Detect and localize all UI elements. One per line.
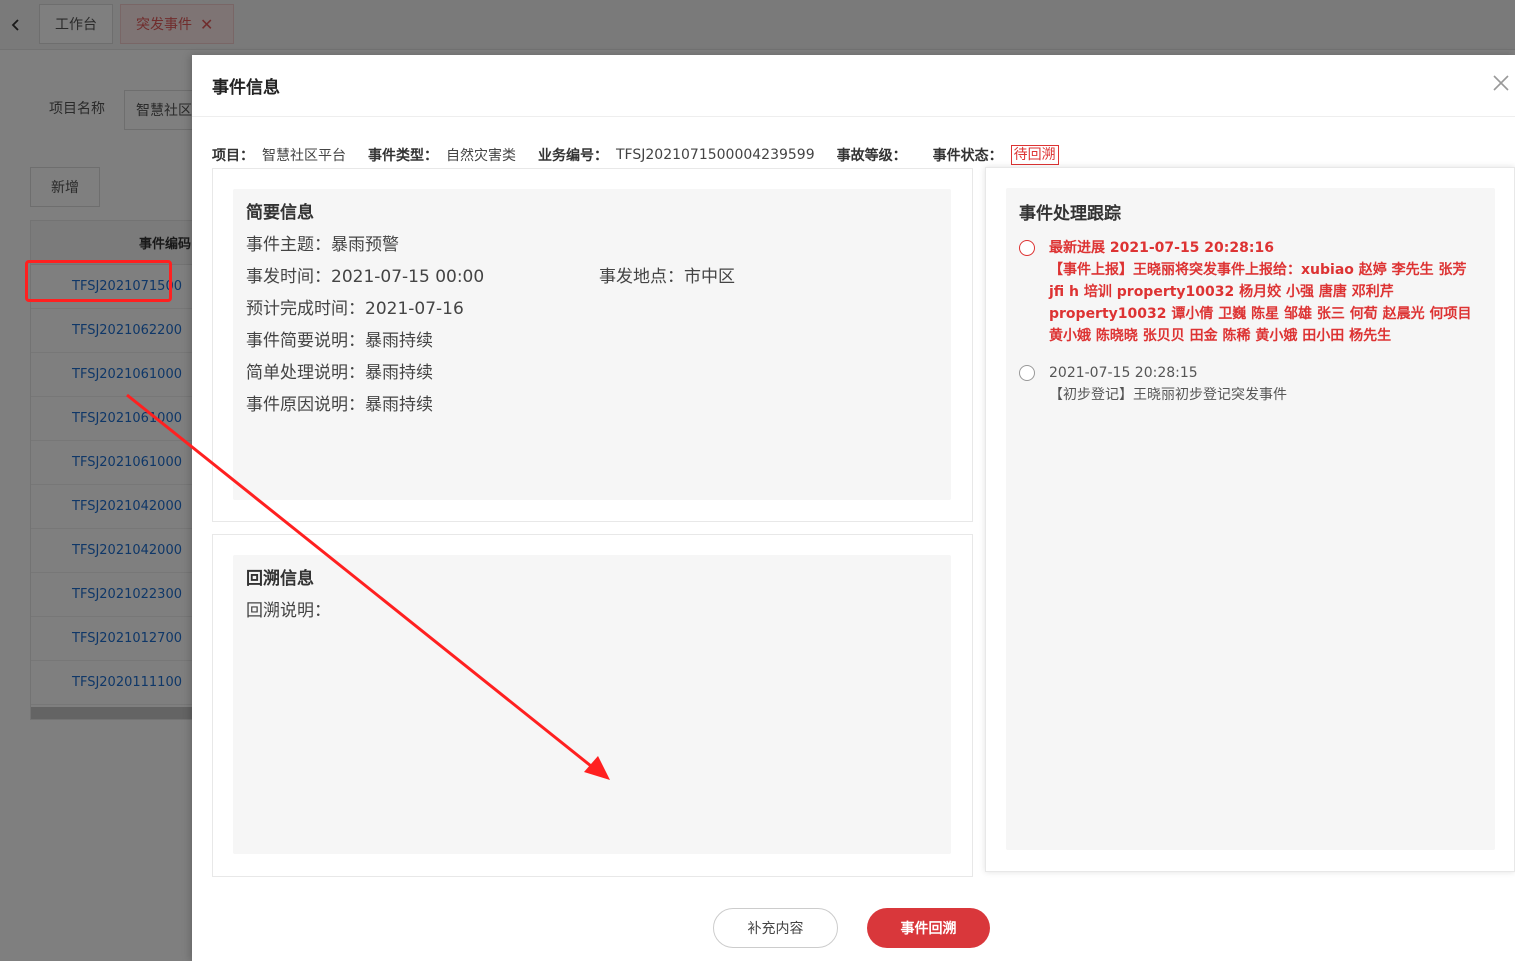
event-info-drawer: 事件信息 项目： 智慧社区平台 事件类型： 自然灾害类 业务编号： TFSJ20… [192,55,1515,961]
handle-value: 暴雨持续 [365,363,433,383]
status-badge: 待回溯 [1010,145,1059,165]
brief-description: 事件简要说明：暴雨持续 [246,325,938,357]
place-label: 事发地点： [599,267,684,287]
summary-content: 简要信息 事件主题：暴雨预警 事发时间：2021-07-15 00:00 事发地… [233,189,951,500]
project-value: 智慧社区平台 [262,148,346,164]
drawer-header: 事件信息 [192,55,1515,117]
tracking-content: 事件处理跟踪 最新进展 2021-07-15 20:28:16 【事件上报】王晓… [1006,188,1495,850]
cause-value: 暴雨持续 [365,395,433,415]
drawer-title: 事件信息 [212,78,280,98]
handle-label: 简单处理说明： [246,363,365,383]
timeline-time: 2021-07-15 20:28:15 [1049,365,1198,381]
subject-value: 暴雨预警 [331,235,399,255]
event-info-bar: 项目： 智慧社区平台 事件类型： 自然灾害类 业务编号： TFSJ2021071… [212,144,1059,166]
event-status-label: 事件状态： [932,148,1003,164]
summary-title: 简要信息 [246,203,314,223]
retrospect-title: 回溯信息 [246,569,314,589]
timeline-text: 【事件上报】王晓丽将突发事件上报给：xubiao 赵婷 李先生 张芳 jfi h… [1049,262,1472,344]
handling-description: 简单处理说明：暴雨持续 [246,357,938,389]
timeline-item-latest: 最新进展 2021-07-15 20:28:16 【事件上报】王晓丽将突发事件上… [1019,237,1482,347]
accident-level-label: 事故等级： [836,148,907,164]
estimated-completion: 预计完成时间：2021-07-16 [246,293,938,325]
event-subject: 事件主题：暴雨预警 [246,229,938,261]
eta-value: 2021-07-16 [365,299,464,319]
event-type-value: 自然灾害类 [446,148,516,164]
tracking-title: 事件处理跟踪 [1019,204,1121,224]
cause-label: 事件原因说明： [246,395,365,415]
project-label: 项目： [212,148,254,164]
timeline-text: 【初步登记】王晓丽初步登记突发事件 [1049,387,1287,403]
place-value: 市中区 [684,267,735,287]
retrospect-button[interactable]: 事件回溯 [867,908,990,948]
subject-label: 事件主题： [246,235,331,255]
tracking-card: 事件处理跟踪 最新进展 2021-07-15 20:28:16 【事件上报】王晓… [985,167,1515,872]
time-value: 2021-07-15 00:00 [331,267,485,287]
close-icon[interactable] [1489,72,1513,96]
supplement-button[interactable]: 补充内容 [713,908,838,948]
brief-value: 暴雨持续 [365,331,433,351]
retrospect-desc-label: 回溯说明： [246,601,331,621]
annotation-highlight-box [25,260,172,302]
eta-label: 预计完成时间： [246,299,365,319]
retrospect-content: 回溯信息 回溯说明： [233,555,951,854]
cause-description: 事件原因说明：暴雨持续 [246,389,938,421]
timeline-dot-icon [1019,240,1035,256]
business-code-value: TFSJ2021071500004239599 [616,147,815,163]
place-field: 事发地点：市中区 [599,261,735,293]
retrospect-card: 回溯信息 回溯说明： [212,534,973,877]
brief-label: 事件简要说明： [246,331,365,351]
time-label: 事发时间： [246,267,331,287]
summary-card: 简要信息 事件主题：暴雨预警 事发时间：2021-07-15 00:00 事发地… [212,168,973,522]
timeline-dot-icon [1019,365,1035,381]
timeline-time: 最新进展 2021-07-15 20:28:16 [1049,240,1274,256]
event-time-place: 事发时间：2021-07-15 00:00 事发地点：市中区 [246,261,938,293]
retrospect-description: 回溯说明： [246,595,938,627]
event-type-label: 事件类型： [368,148,438,164]
business-code-label: 业务编号： [538,148,608,164]
timeline-item: 2021-07-15 20:28:15 【初步登记】王晓丽初步登记突发事件 [1019,362,1482,406]
